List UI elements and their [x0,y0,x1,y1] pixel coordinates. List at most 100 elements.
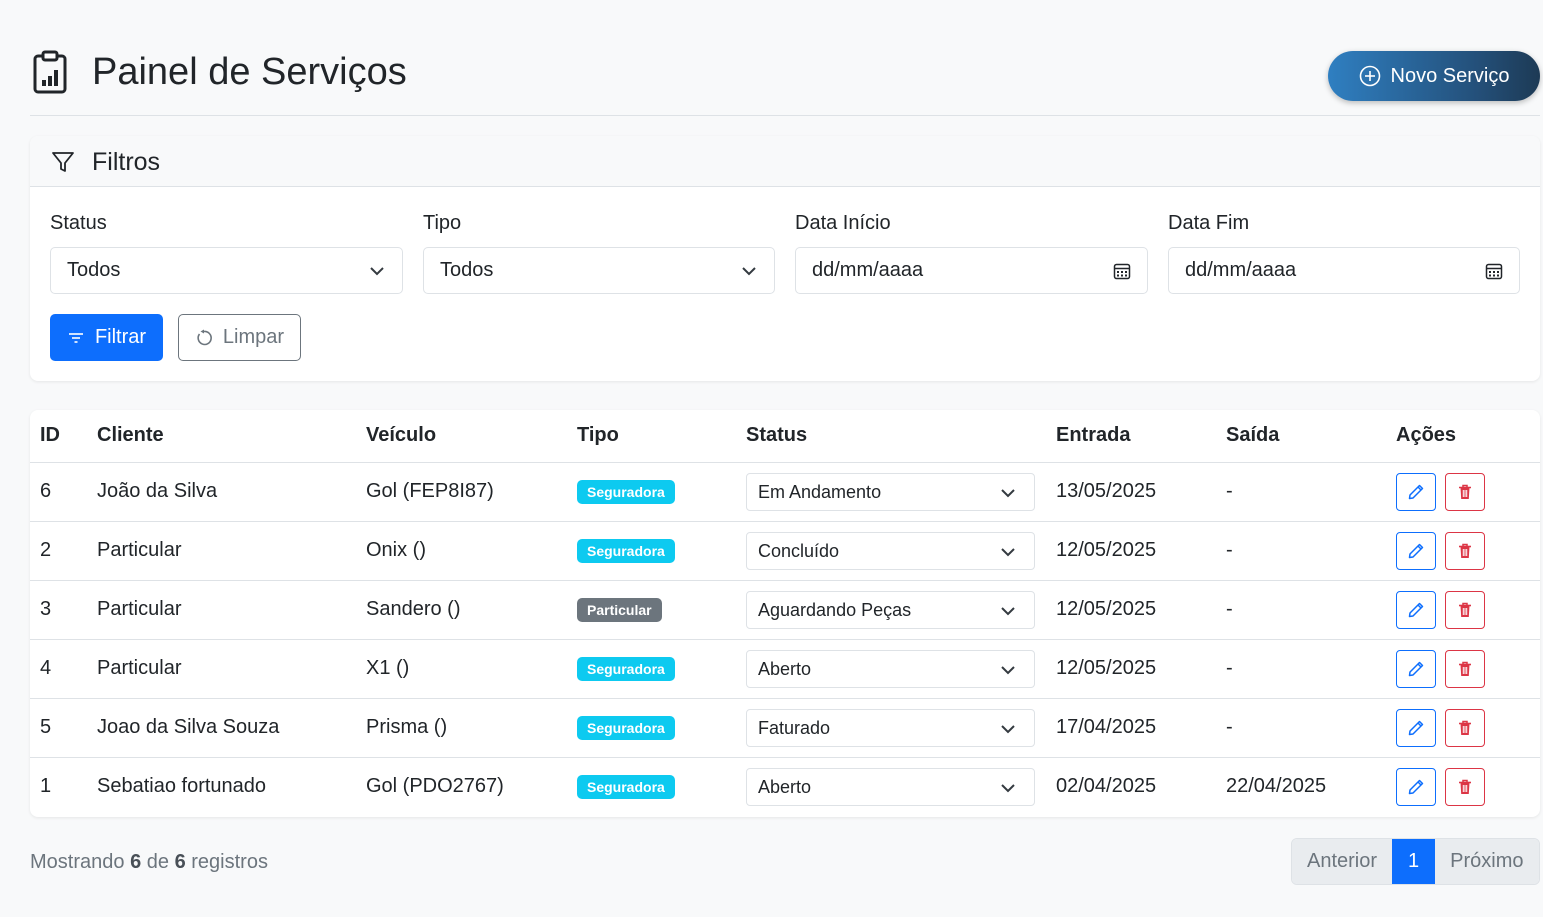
cell-entrada: 13/05/2025 [1046,462,1216,522]
cell-entrada: 12/05/2025 [1046,521,1216,581]
cell-acoes [1386,580,1540,640]
tipo-badge: Seguradora [577,538,675,563]
cell-entrada: 02/04/2025 [1056,775,1157,798]
edit-button[interactable] [1396,590,1436,629]
table-header-row: ID Cliente Veículo Tipo Status Entrada S… [30,410,1540,463]
cell-status: Faturado [736,698,1046,758]
records-summary: Mostrando 6 de 6 registros [30,849,268,875]
edit-button[interactable] [1396,649,1436,688]
cell-entrada: 12/05/2025 [1046,639,1216,699]
cell-entrada: 17/04/2025 [1046,698,1216,758]
filter-card: Filtros Status Todos Tipo Todos Data Iní… [30,136,1540,381]
table-row: 6 João da Silva Gol (FEP8I87) Seguradora… [30,462,1540,522]
delete-button[interactable] [1445,590,1485,629]
calendar-icon[interactable] [1113,262,1131,280]
cell-acoes [1386,757,1540,816]
cell-cliente: Joao da Silva Souza [87,698,356,758]
data-inicio-field: Data Início dd/mm/aaaa [795,210,1148,294]
status-select-value: Aberto [758,658,812,679]
status-select[interactable]: Em Andamento [746,472,1035,511]
cell-id: 5 [30,698,87,758]
tipo-badge: Seguradora [577,479,675,504]
delete-button[interactable] [1445,649,1485,688]
clear-button[interactable]: Limpar [178,314,301,361]
row-actions [1396,472,1530,511]
status-select-value: Faturado [758,717,831,738]
delete-button[interactable] [1445,531,1485,570]
edit-button[interactable] [1396,708,1436,747]
chevron-down-icon [1001,784,1015,793]
chevron-down-icon [1001,547,1015,556]
data-inicio-input[interactable]: dd/mm/aaaa [795,247,1148,294]
cell-saida: - [1216,521,1386,581]
column-header-entrada[interactable]: Entrada [1046,410,1216,463]
column-header-saida[interactable]: Saída [1216,410,1386,463]
tipo-badge: Seguradora [577,774,675,799]
new-service-button[interactable]: Novo Serviço [1328,51,1540,101]
status-filter-field: Status Todos [50,210,403,294]
tipo-badge: Particular [577,597,662,622]
edit-button[interactable] [1396,472,1436,511]
filter-lines-icon [68,332,83,343]
delete-button[interactable] [1445,767,1485,806]
data-fim-label: Data Fim [1168,212,1250,234]
cell-entrada: 12/05/2025 [1046,580,1216,640]
cell-tipo: Seguradora [567,698,736,758]
cell-status: Em Andamento [736,462,1046,522]
edit-button[interactable] [1396,767,1436,806]
cell-id: 3 [30,580,87,640]
row-actions [1396,767,1530,806]
cell-tipo: Particular [567,580,736,640]
tipo-filter-label: Tipo [423,212,462,234]
tipo-filter-select[interactable]: Todos [423,247,775,294]
chevron-down-icon [1001,606,1015,615]
delete-button[interactable] [1445,708,1485,747]
cell-id: 4 [30,639,87,699]
cell-status: Aberto [736,757,1046,816]
status-select[interactable]: Concluído [746,531,1035,570]
status-select-value: Concluído [758,540,840,561]
pagination-next[interactable]: Próximo [1435,839,1539,884]
status-select[interactable]: Faturado [746,708,1035,747]
chevron-down-icon [370,267,384,276]
column-header-id[interactable]: ID [30,410,87,463]
column-header-cliente[interactable]: Cliente [87,410,356,463]
data-fim-input[interactable]: dd/mm/aaaa [1168,247,1520,294]
status-select[interactable]: Aberto [746,767,1035,806]
table-row: 2 Particular Onix () Seguradora Concluíd… [30,521,1540,581]
status-select-value: Aguardando Peças [758,599,912,620]
column-header-tipo[interactable]: Tipo [567,410,736,463]
pencil-icon [1408,779,1424,794]
cell-saida: 22/04/2025 [1226,775,1327,798]
summary-prefix: Mostrando [30,851,125,873]
filter-button[interactable]: Filtrar [50,314,163,361]
status-filter-select[interactable]: Todos [50,247,403,294]
filter-title: Filtros [92,148,161,176]
status-select[interactable]: Aguardando Peças [746,590,1035,629]
delete-button[interactable] [1445,472,1485,511]
tipo-badge: Seguradora [577,715,675,740]
pencil-icon [1408,543,1424,558]
data-fim-field: Data Fim dd/mm/aaaa [1168,210,1520,294]
status-filter-value: Todos [67,259,121,281]
pagination-page-1[interactable]: 1 [1392,839,1436,884]
row-actions [1396,531,1530,570]
cell-veiculo: Gol (PDO2767) [366,775,504,798]
cell-id: 6 [30,462,87,522]
calendar-icon[interactable] [1485,262,1503,280]
edit-button[interactable] [1396,531,1436,570]
plus-circle-icon [1359,65,1380,87]
cell-saida: - [1216,580,1386,640]
status-select[interactable]: Aberto [746,649,1035,688]
cell-tipo: Seguradora [567,462,736,522]
trash-icon [1459,602,1471,617]
trash-icon [1459,720,1471,735]
cell-acoes [1386,698,1540,758]
pagination-prev[interactable]: Anterior [1292,839,1393,884]
row-actions [1396,649,1530,688]
column-header-status[interactable]: Status [736,410,1046,463]
cell-tipo: Seguradora [567,757,736,816]
chevron-down-icon [1001,488,1015,497]
column-header-veiculo[interactable]: Veículo [356,410,567,463]
cell-veiculo: Prisma () [356,698,567,758]
